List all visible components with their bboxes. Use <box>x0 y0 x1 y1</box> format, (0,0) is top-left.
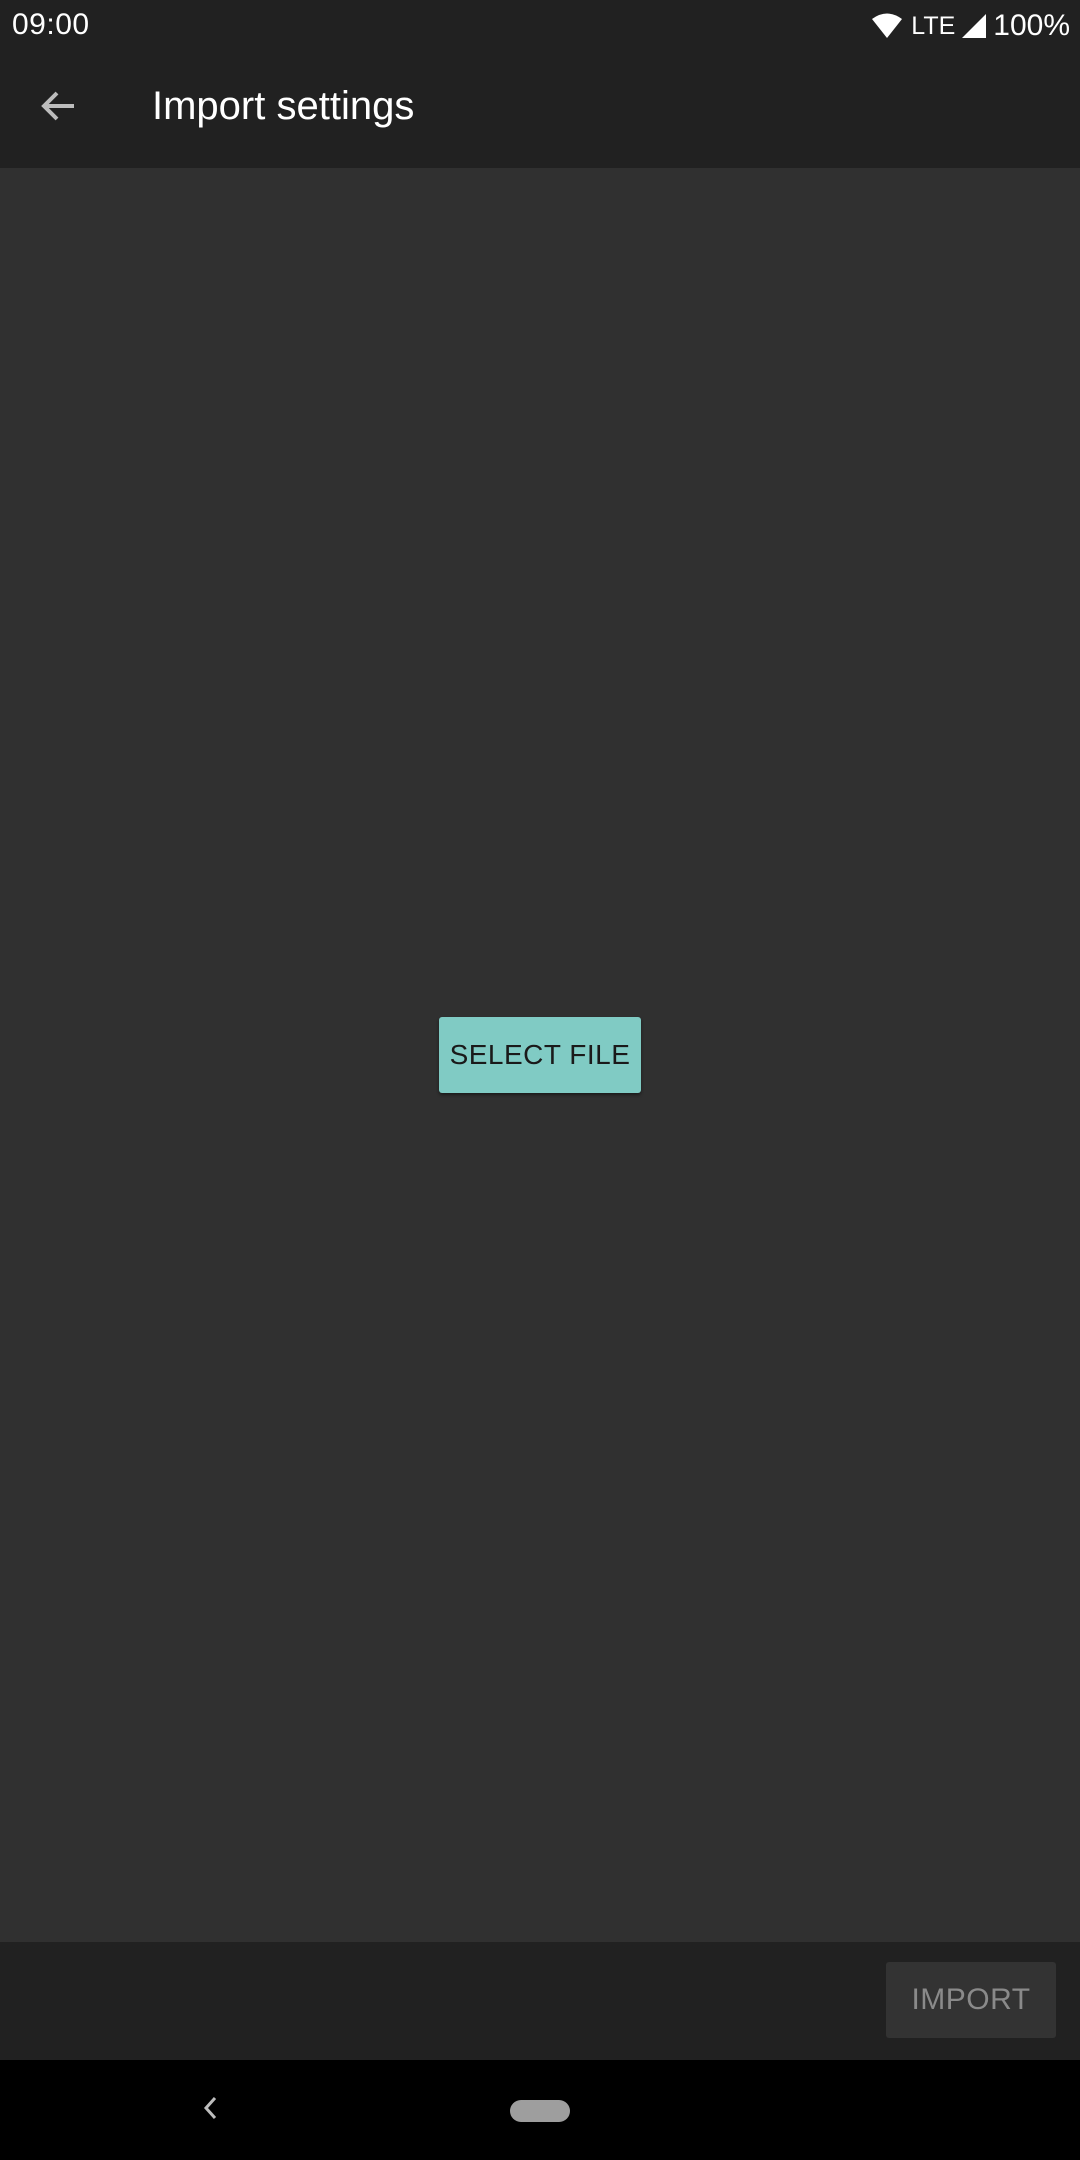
import-settings-screen: 09:00 LTE 100% Import settings SELECT FI… <box>0 0 1080 2160</box>
status-bar: 09:00 LTE 100% <box>0 0 1080 50</box>
content-area: SELECT FILE <box>0 168 1080 1942</box>
status-time: 09:00 <box>12 8 90 41</box>
status-icons: LTE 100% <box>871 8 1070 44</box>
nav-back-button[interactable] <box>190 2090 230 2130</box>
battery-level: 100% <box>993 9 1070 42</box>
import-button[interactable]: IMPORT <box>886 1962 1056 2038</box>
page-title: Import settings <box>152 84 415 128</box>
wifi-icon <box>871 12 903 40</box>
system-nav-bar <box>0 2060 1080 2160</box>
chevron-left-icon <box>200 2094 220 2127</box>
bottom-action-bar: IMPORT <box>0 1942 1080 2060</box>
network-type: LTE <box>911 11 956 40</box>
back-button[interactable] <box>22 72 94 144</box>
arrow-back-icon <box>38 86 78 131</box>
home-pill-icon[interactable] <box>510 2100 570 2122</box>
select-file-button[interactable]: SELECT FILE <box>439 1017 641 1093</box>
signal-icon <box>961 13 987 39</box>
app-bar: Import settings <box>0 50 1080 168</box>
